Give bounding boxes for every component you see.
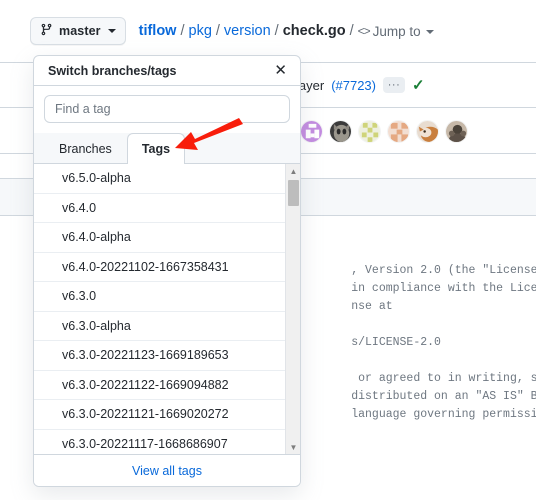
panel-footer: View all tags bbox=[34, 454, 300, 486]
commit-pr-link[interactable]: (#7723) bbox=[331, 78, 376, 93]
tab-branches[interactable]: Branches bbox=[44, 133, 127, 164]
code-text: s/LICENSE-2.0 bbox=[351, 336, 441, 349]
check-icon[interactable]: ✓ bbox=[412, 76, 425, 94]
branch-tag-switcher-panel: Switch branches/tags ✕ Branches Tags v6.… bbox=[33, 55, 301, 487]
chevron-down-icon[interactable]: ▼ bbox=[286, 440, 300, 454]
list-item[interactable]: v6.3.0-20221123-1669189653 bbox=[34, 341, 300, 371]
list-item[interactable]: v6.3.0-20221122-1669094882 bbox=[34, 371, 300, 400]
chevron-down-icon bbox=[425, 30, 434, 34]
view-all-tags-link[interactable]: View all tags bbox=[132, 464, 202, 478]
breadcrumb-separator: / bbox=[349, 23, 354, 39]
avatar[interactable] bbox=[387, 120, 410, 143]
avatar[interactable] bbox=[300, 120, 323, 143]
list-item[interactable]: v6.4.0-alpha bbox=[34, 223, 300, 253]
avatar[interactable] bbox=[445, 120, 468, 143]
breadcrumb-segment-version[interactable]: version bbox=[224, 23, 271, 39]
list-item[interactable]: v6.3.0-20221117-1668686907 bbox=[34, 430, 300, 455]
screenshot-root: master tiflow / pkg / version / check.go… bbox=[0, 0, 536, 500]
breadcrumb-segment-repo[interactable]: tiflow bbox=[139, 23, 177, 39]
list-scrollbar[interactable]: ▲ ▼ bbox=[285, 164, 300, 454]
panel-title: Switch branches/tags bbox=[48, 63, 177, 78]
avatar[interactable] bbox=[329, 120, 352, 143]
list-item[interactable]: v6.3.0-alpha bbox=[34, 312, 300, 341]
list-item[interactable]: v6.4.0-20221102-1667358431 bbox=[34, 253, 300, 282]
branch-switch-button[interactable]: master bbox=[30, 17, 126, 45]
avatar[interactable] bbox=[416, 120, 439, 143]
jump-to-label: Jump to bbox=[372, 23, 421, 39]
breadcrumb: master tiflow / pkg / version / check.go… bbox=[0, 14, 536, 48]
list-item[interactable]: v6.4.0 bbox=[34, 194, 300, 223]
avatar[interactable] bbox=[358, 120, 381, 143]
branch-icon bbox=[40, 23, 53, 39]
list-item[interactable]: v6.3.0 bbox=[34, 282, 300, 312]
tag-list[interactable]: v6.5.0-alpha v6.4.0 v6.4.0-alpha v6.4.0-… bbox=[34, 164, 300, 454]
panel-header: Switch branches/tags ✕ bbox=[34, 56, 300, 86]
tag-search-input[interactable] bbox=[44, 95, 290, 123]
breadcrumb-segment-pkg[interactable]: pkg bbox=[189, 23, 212, 39]
list-item[interactable]: v6.5.0-alpha bbox=[34, 164, 300, 194]
tab-tags[interactable]: Tags bbox=[126, 133, 186, 165]
code-text: language governing permissions and bbox=[351, 408, 536, 421]
list-item[interactable]: v6.3.0-20221121-1669020272 bbox=[34, 400, 300, 430]
code-text: nse at bbox=[351, 300, 393, 313]
file-path-breadcrumb: tiflow / pkg / version / check.go / <> J… bbox=[139, 23, 434, 39]
breadcrumb-separator: / bbox=[274, 23, 279, 39]
scrollbar-thumb[interactable] bbox=[288, 180, 299, 206]
branch-name-label: master bbox=[59, 24, 101, 38]
breadcrumb-separator: / bbox=[180, 23, 185, 39]
search-container bbox=[34, 86, 300, 133]
panel-tabs: Branches Tags bbox=[34, 133, 300, 165]
breadcrumb-segment-file: check.go bbox=[282, 23, 346, 39]
breadcrumb-separator: / bbox=[215, 23, 220, 39]
chevron-down-icon bbox=[107, 29, 116, 33]
code-brackets-icon: <> bbox=[357, 24, 371, 38]
commit-expand-button[interactable]: ··· bbox=[383, 77, 405, 93]
close-icon[interactable]: ✕ bbox=[272, 61, 289, 80]
jump-to-button[interactable]: <> Jump to bbox=[358, 24, 434, 39]
chevron-up-icon[interactable]: ▲ bbox=[286, 164, 300, 178]
